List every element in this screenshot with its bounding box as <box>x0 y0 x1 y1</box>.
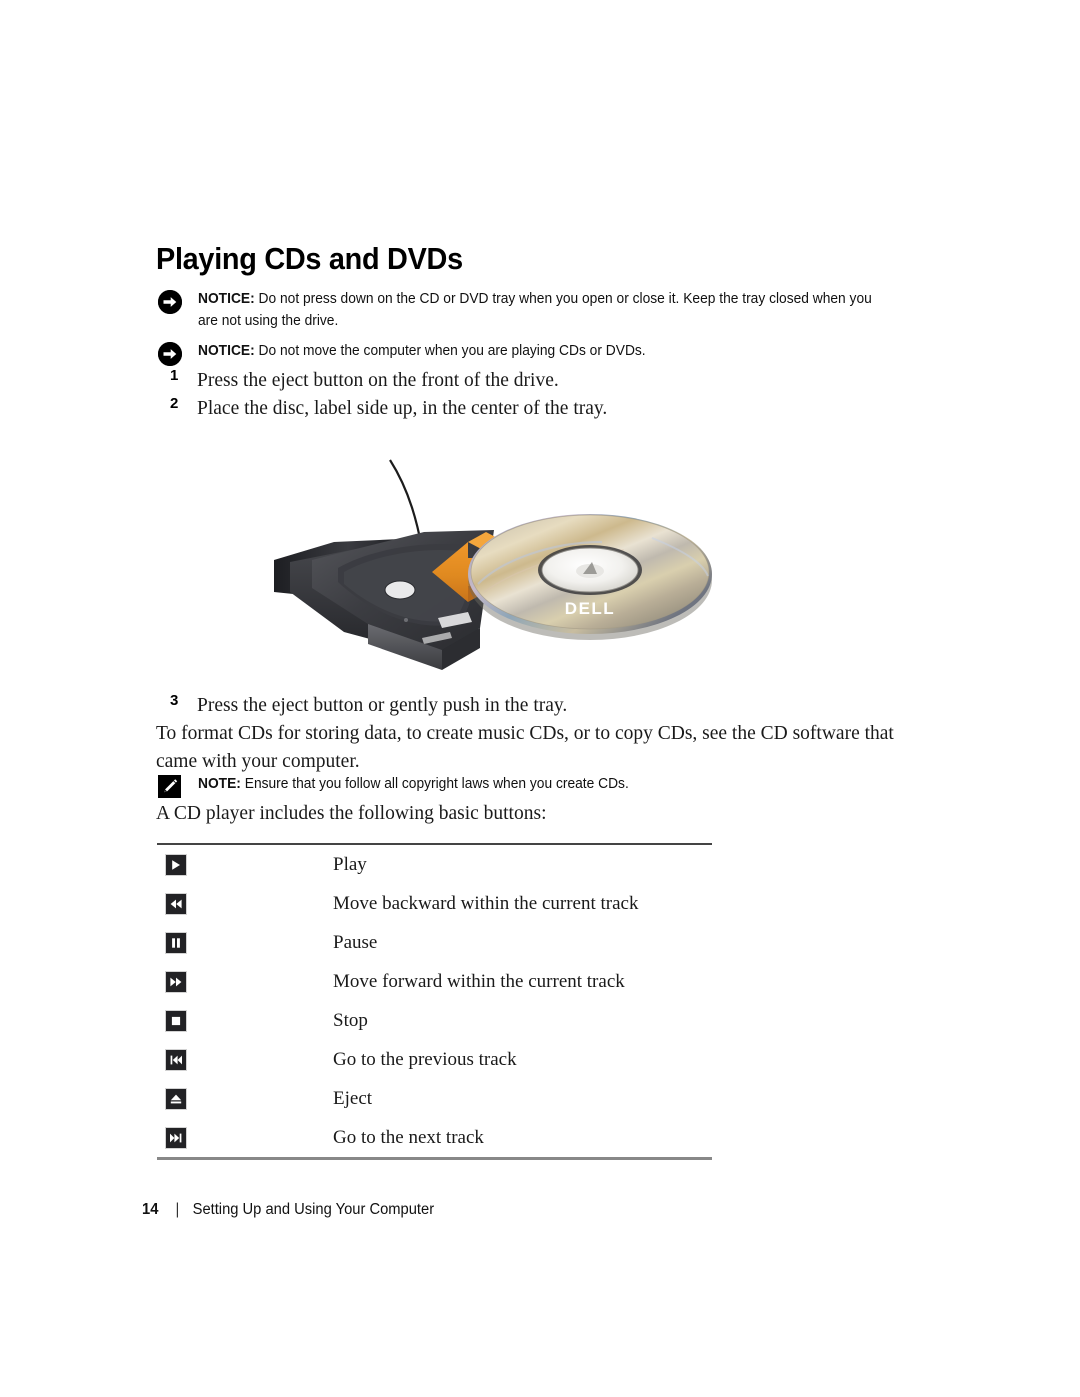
table-row: Eject <box>157 1079 712 1118</box>
table-bottom-rule <box>157 1157 712 1160</box>
table-row: Stop <box>157 1001 712 1040</box>
fast-forward-icon <box>165 970 187 993</box>
note-text: NOTE: Ensure that you follow all copyrig… <box>198 773 886 795</box>
notice-text-2: NOTICE: Do not move the computer when yo… <box>198 340 886 362</box>
step-number-1: 1 <box>170 367 179 384</box>
notice-message-2: Do not move the computer when you are pl… <box>254 343 646 359</box>
table-cell-label: Play <box>333 853 367 875</box>
notice-label-2: NOTICE: <box>198 343 255 359</box>
play-icon <box>165 853 187 876</box>
notice-arrow-icon <box>158 342 182 366</box>
document-page: Playing CDs and DVDs NOTICE: Do not pres… <box>0 0 1080 1397</box>
rewind-icon <box>165 892 187 915</box>
table-cell-label: Move forward within the current track <box>333 970 625 992</box>
step-text-3: Press the eject button or gently push in… <box>197 695 568 716</box>
note-message: Ensure that you follow all copyright law… <box>240 776 629 792</box>
cd-player-buttons-table: Play Move backward within the current tr… <box>157 843 712 1160</box>
footer-section-title: Setting Up and Using Your Computer <box>192 1201 435 1218</box>
note-label: NOTE: <box>198 776 241 792</box>
table-cell-label: Pause <box>333 931 378 953</box>
footer-page-number: 14 <box>142 1201 159 1218</box>
next-track-icon <box>165 1126 187 1149</box>
table-row: Go to the next track <box>157 1118 712 1157</box>
note-pencil-icon <box>158 775 182 799</box>
table-row: Move backward within the current track <box>157 884 712 923</box>
step-text-2: Place the disc, label side up, in the ce… <box>197 398 608 419</box>
table-row: Play <box>157 845 712 884</box>
table-intro-text: A CD player includes the following basic… <box>156 803 547 824</box>
notice-label-1: NOTICE: <box>198 291 255 307</box>
step-number-3: 3 <box>170 692 179 709</box>
notice-callout-2: NOTICE: Do not move the computer when yo… <box>158 340 926 366</box>
table-cell-label: Eject <box>333 1087 373 1109</box>
note-callout: NOTE: Ensure that you follow all copyrig… <box>158 773 926 798</box>
stop-icon <box>165 1009 187 1032</box>
step-item-1: 1 Press the eject button on the front of… <box>156 367 926 394</box>
table-cell-label: Go to the next track <box>333 1126 484 1148</box>
table-row: Go to the previous track <box>157 1040 712 1079</box>
step-text-1: Press the eject button on the front of t… <box>197 370 559 391</box>
step-item-2: 2 Place the disc, label side up, in the … <box>156 395 926 422</box>
previous-track-icon <box>165 1048 187 1071</box>
compact-disc: DELL <box>468 514 712 640</box>
notice-arrow-icon <box>158 290 182 314</box>
cd-tray-with-disc-illustration: DELL <box>272 442 722 682</box>
step-item-3: 3 Press the eject button or gently push … <box>156 692 926 719</box>
notice-message-1: Do not press down on the CD or DVD tray … <box>198 291 872 329</box>
disc-dell-logo: DELL <box>565 599 615 618</box>
notice-text-1: NOTICE: Do not press down on the CD or D… <box>198 288 886 332</box>
pause-icon <box>165 931 187 954</box>
eject-icon <box>165 1087 187 1110</box>
table-cell-label: Move backward within the current track <box>333 892 639 914</box>
page-title: Playing CDs and DVDs <box>156 241 463 276</box>
body-paragraph: To format CDs for storing data, to creat… <box>156 723 894 772</box>
footer-separator: | <box>175 1201 180 1218</box>
table-row: Pause <box>157 923 712 962</box>
table-row: Move forward within the current track <box>157 962 712 1001</box>
page-footer: 14 | Setting Up and Using Your Computer <box>142 1201 434 1219</box>
table-cell-label: Go to the previous track <box>333 1048 517 1070</box>
table-cell-label: Stop <box>333 1009 368 1031</box>
step-number-2: 2 <box>170 395 179 412</box>
notice-callout-1: NOTICE: Do not press down on the CD or D… <box>158 288 926 332</box>
